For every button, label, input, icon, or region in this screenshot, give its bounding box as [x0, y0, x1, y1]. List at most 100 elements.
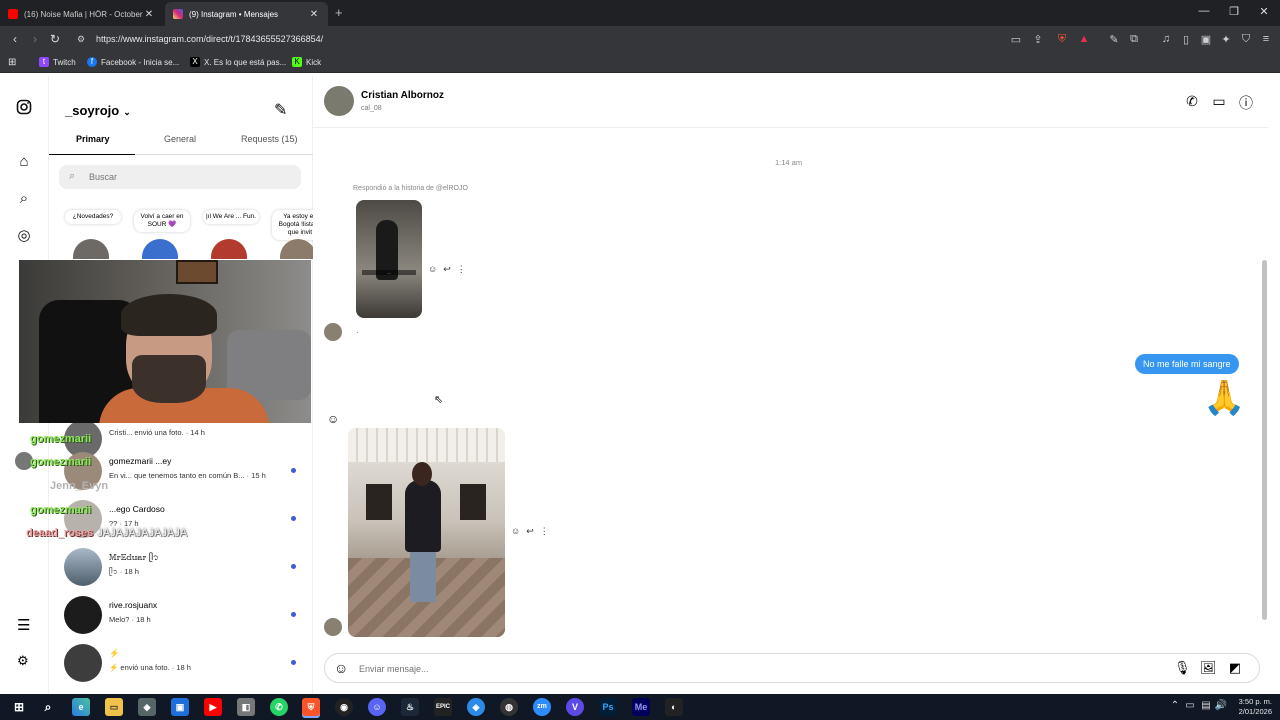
tray-app-icon[interactable]: ▭	[1183, 700, 1197, 711]
more-options-icon[interactable]: ⋮	[457, 264, 472, 274]
epic-games-icon[interactable]: EPIC	[434, 698, 452, 716]
outgoing-message[interactable]: No me falle mi sangre	[1135, 354, 1239, 374]
close-window-icon[interactable]: ✕	[1256, 5, 1272, 18]
windows-start-icon[interactable]: ⊞	[10, 698, 28, 716]
sidebar-icon[interactable]: ▯	[1179, 33, 1193, 46]
store-icon[interactable]: ▣	[171, 698, 189, 716]
list-item[interactable]: ⚡ ⚡ envió una foto. · 18 h	[49, 640, 313, 688]
chat-scrollbar[interactable]	[1262, 260, 1267, 620]
zoom-icon[interactable]: zm	[533, 698, 551, 716]
extensions-icon[interactable]: ✎	[1107, 33, 1121, 46]
photoshop-icon[interactable]: Ps	[599, 698, 617, 716]
clock-time[interactable]: 3:50 p. m.	[1226, 697, 1272, 706]
close-tab-icon[interactable]: ✕	[308, 9, 320, 20]
new-message-icon[interactable]: ✎	[274, 100, 287, 120]
app-icon[interactable]: ◆	[138, 698, 156, 716]
bookmark-facebook[interactable]: f Facebook - Inicia se...	[87, 57, 179, 67]
phone-icon[interactable]: ✆	[1183, 93, 1201, 110]
tab-primary[interactable]: Primary	[76, 134, 110, 144]
menu-icon[interactable]: ≡	[1259, 33, 1273, 45]
wallet-icon[interactable]: ▣	[1199, 33, 1213, 46]
more-options-icon[interactable]: ⋮	[540, 526, 555, 536]
explore-icon[interactable]: ◎	[15, 227, 33, 245]
react-emoji-icon[interactable]: ☺	[511, 526, 526, 536]
app-icon[interactable]: ◍	[500, 698, 518, 716]
forward-icon[interactable]: ›	[28, 32, 42, 46]
note-item[interactable]: Ya estoy en Bogotá !lista lo que invit	[264, 207, 313, 259]
url-field[interactable]: https://www.instagram.com/direct/t/17843…	[96, 34, 323, 44]
app-icon[interactable]: ◧	[237, 698, 255, 716]
vpn-icon[interactable]: ⛉	[1239, 33, 1253, 46]
outgoing-emoji[interactable]: 🙏	[1203, 380, 1245, 416]
reply-icon[interactable]: ↩	[443, 264, 457, 274]
obs-icon[interactable]: ◉	[335, 698, 353, 716]
search-input[interactable]	[89, 169, 289, 185]
tray-chevron-icon[interactable]: ⌃	[1168, 700, 1182, 711]
steam-icon[interactable]: ♨	[401, 698, 419, 716]
active-tab-indicator	[49, 154, 135, 155]
back-icon[interactable]: ‹	[8, 32, 22, 46]
brave-rewards-icon[interactable]: ▲	[1077, 33, 1091, 45]
search-box[interactable]: ⌕	[59, 165, 301, 189]
leo-ai-icon[interactable]: ✦	[1219, 33, 1233, 46]
note-item[interactable]: Volví a caer en SOUR 💜	[126, 207, 190, 259]
discord-icon[interactable]: ☺	[368, 698, 386, 716]
restore-icon[interactable]: ❐	[1226, 5, 1242, 18]
story-thumbnail[interactable]: ...	[356, 200, 422, 318]
reload-icon[interactable]: ↻	[48, 32, 62, 46]
note-item[interactable]: |ıl We Are ... Fun.	[195, 207, 259, 259]
info-icon[interactable]: ⓘ	[1237, 93, 1255, 113]
new-tab-button[interactable]: +	[335, 5, 343, 20]
bookmark-twitch[interactable]: t Twitch	[39, 57, 76, 67]
browser-tab-bar: (16) Noise Mafia | HÖR - October 12 ✕ (9…	[0, 0, 1280, 26]
file-explorer-icon[interactable]: ▭	[105, 698, 123, 716]
tab-instagram[interactable]: (9) Instagram • Mensajes ✕	[165, 2, 328, 26]
minimize-icon[interactable]: —	[1196, 5, 1212, 17]
close-tab-icon[interactable]: ✕	[143, 9, 155, 20]
app-icon[interactable]: ◈	[467, 698, 485, 716]
emoji-picker-icon[interactable]: ☺	[334, 660, 348, 676]
video-call-icon[interactable]: ▭	[1210, 93, 1228, 110]
bookmark-kick[interactable]: K Kick	[292, 57, 321, 67]
brave-shield-icon[interactable]: ⛨	[1055, 33, 1069, 46]
note-item[interactable]: ¿Novedades?	[57, 207, 121, 259]
threads-icon[interactable]: ⚙	[17, 653, 29, 669]
bookmark-x[interactable]: X X. Es lo que está pas...	[190, 57, 286, 67]
photo-message[interactable]	[348, 428, 505, 637]
tab-youtube[interactable]: (16) Noise Mafia | HÖR - October 12 ✕	[0, 2, 163, 26]
instagram-logo-icon[interactable]	[15, 99, 33, 117]
brave-icon[interactable]: ⛨	[302, 698, 320, 716]
reply-icon[interactable]: ↩	[526, 526, 540, 536]
app-icon[interactable]: ◐	[665, 698, 683, 716]
search-icon[interactable]: ⌕	[15, 190, 33, 208]
message-input[interactable]	[359, 661, 1059, 677]
contact-avatar[interactable]	[324, 86, 354, 116]
tab-requests[interactable]: Requests (15)	[241, 134, 298, 144]
tab-general[interactable]: General	[164, 134, 196, 144]
list-item[interactable]: 𝕄𝕣𝔼𝕕𝕦𝕒𝕣 ᥫ᭡ ᥫ᭡ · 18 h	[49, 544, 313, 592]
search-icon[interactable]: ⌕	[39, 698, 57, 716]
list-item[interactable]: rive.rosjuanx Melo? · 18 h	[49, 592, 313, 640]
contact-name[interactable]: Cristian Albornoz	[361, 90, 444, 101]
whatsapp-icon[interactable]: ✆	[270, 698, 288, 716]
screenshot-icon[interactable]: ⧉	[1127, 33, 1141, 46]
image-upload-icon[interactable]: 🖼	[1200, 660, 1217, 676]
microphone-icon[interactable]: 🎙	[1174, 660, 1191, 676]
account-switcher[interactable]: _soyrojo ⌄	[65, 103, 131, 118]
vegas-icon[interactable]: V	[566, 698, 584, 716]
media-icon[interactable]: ♫	[1159, 33, 1173, 45]
react-emoji-icon[interactable]: ☺	[428, 264, 443, 274]
share-icon[interactable]: ⇪	[1031, 33, 1045, 46]
clock-date[interactable]: 2/01/2026	[1226, 707, 1272, 716]
more-menu-icon[interactable]: ☰	[17, 616, 30, 634]
apps-grid-icon[interactable]: ⊞	[8, 57, 16, 68]
site-settings-icon[interactable]: ⚙	[77, 34, 85, 45]
cast-icon[interactable]: ▭	[1009, 33, 1023, 46]
media-encoder-icon[interactable]: Me	[632, 698, 650, 716]
home-icon[interactable]: ⌂	[15, 153, 33, 171]
youtube-icon[interactable]: ▶	[204, 698, 222, 716]
address-bar-row: ‹ › ↻ ⚙ https://www.instagram.com/direct…	[0, 26, 1280, 53]
edge-icon[interactable]: e	[72, 698, 90, 716]
network-icon[interactable]: ▤	[1199, 700, 1213, 711]
sticker-icon[interactable]: ◩	[1227, 660, 1243, 676]
